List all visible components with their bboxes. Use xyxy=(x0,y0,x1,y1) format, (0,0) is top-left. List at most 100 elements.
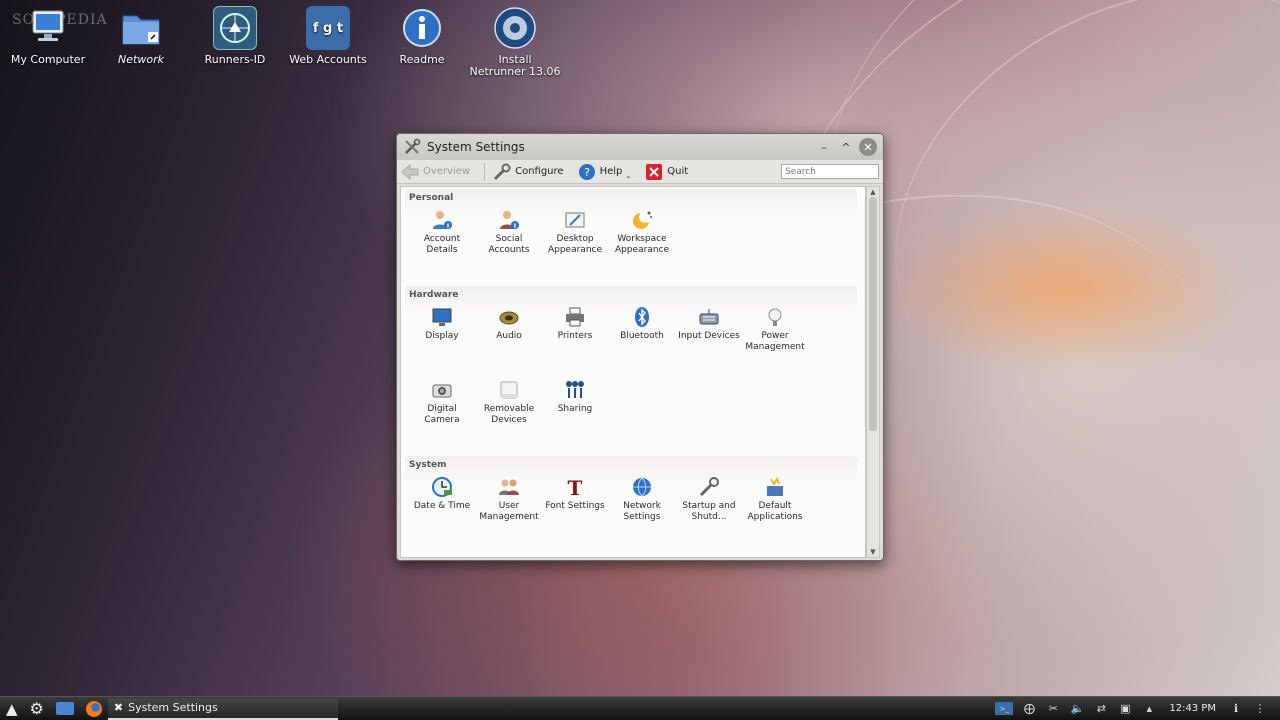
firefox-button[interactable] xyxy=(80,698,108,720)
font-icon: T xyxy=(564,476,586,498)
help-button[interactable]: ? Help ⌄ xyxy=(578,163,631,181)
desktop-icon-readme[interactable]: Readme xyxy=(376,6,468,66)
module-label: Account Details xyxy=(423,234,461,255)
module-network-settings[interactable]: Network Settings xyxy=(609,476,675,523)
module-workspace-appearance[interactable]: Workspace Appearance xyxy=(609,209,675,256)
system-tray: >_ ⨁ ✂ 🔈 ⇄ ▣ ▲ 12:43 PM ℹ ⋮ xyxy=(991,701,1280,717)
configure-button[interactable]: Configure xyxy=(493,163,564,181)
desktop-icon-my-computer[interactable]: My Computer xyxy=(2,6,94,66)
firefox-icon xyxy=(85,700,102,717)
module-input-devices[interactable]: Input Devices xyxy=(676,306,742,342)
install-disc-icon xyxy=(493,6,537,50)
module-label: Digital Camera xyxy=(424,404,460,425)
camera-icon xyxy=(431,379,453,401)
module-default-applications[interactable]: Default Applications xyxy=(742,476,808,523)
close-button[interactable]: ✕ xyxy=(859,138,877,156)
configure-label: Configure xyxy=(515,166,564,177)
input-devices-icon xyxy=(698,306,720,328)
window-title: System Settings xyxy=(427,140,525,154)
gear-icon: ⚙ xyxy=(29,699,44,718)
module-label: Workspace Appearance xyxy=(614,234,670,255)
module-startup-shutdown[interactable]: Startup and Shutd... xyxy=(676,476,742,523)
users-icon xyxy=(498,476,520,498)
volume-icon[interactable]: 🔈 xyxy=(1069,701,1085,717)
module-label: Printers xyxy=(557,331,593,341)
module-sharing[interactable]: Sharing xyxy=(542,379,608,415)
default-apps-icon xyxy=(764,476,786,498)
system-settings-window: System Settings – ^ ✕ Overview Configure… xyxy=(396,133,884,561)
module-removable-devices[interactable]: Removable Devices xyxy=(476,379,542,426)
category-personal: Personal Account Details Social Accounts… xyxy=(405,189,857,281)
category-hardware: Hardware Display Audio Printers Bluetoot… xyxy=(405,286,857,450)
settings-launcher-button[interactable]: ⚙ xyxy=(24,698,50,720)
info-icon[interactable]: ℹ xyxy=(1228,701,1244,717)
module-label: Audio xyxy=(496,331,522,341)
desktop-icon-runners-id[interactable]: Runners-ID xyxy=(189,6,281,66)
taskbar-task-system-settings[interactable]: ✖ System Settings xyxy=(107,697,338,720)
module-power-management[interactable]: Power Management xyxy=(742,306,808,353)
module-bluetooth[interactable]: Bluetooth xyxy=(609,306,675,342)
minimize-button[interactable]: – xyxy=(815,138,833,156)
audio-icon xyxy=(498,306,520,328)
tray-expand-icon[interactable]: ▲ xyxy=(1141,701,1157,717)
device-notifier-icon[interactable]: ▣ xyxy=(1117,701,1133,717)
panel-toolbox-icon[interactable]: ⋮ xyxy=(1252,701,1268,717)
window-titlebar[interactable]: System Settings – ^ ✕ xyxy=(397,134,883,160)
scroll-down-icon[interactable]: ▼ xyxy=(867,547,879,557)
search-input[interactable] xyxy=(781,164,879,179)
workspace-appearance-icon xyxy=(631,209,653,231)
help-label: Help xyxy=(599,166,623,177)
removable-devices-icon xyxy=(498,379,520,401)
desktop-icon-web-accounts[interactable]: f g t Web Accounts xyxy=(282,6,374,66)
maximize-button[interactable]: ^ xyxy=(837,138,855,156)
category-system: System Date & Time User Management T Fon… xyxy=(405,456,857,557)
network-status-icon[interactable]: ⨁ xyxy=(1021,701,1037,717)
module-label: Startup and Shutd... xyxy=(682,501,736,522)
module-label: Network Settings xyxy=(623,501,661,522)
terminal-icon[interactable]: >_ xyxy=(995,702,1014,715)
network-folder-icon xyxy=(119,6,163,50)
category-title: Hardware xyxy=(409,290,459,300)
desktop-icon-install-netrunner[interactable]: Install Netrunner 13.06 xyxy=(469,6,561,78)
modules-view: Personal Account Details Social Accounts… xyxy=(400,186,866,558)
desktop-label: Readme xyxy=(399,53,445,66)
tools-icon xyxy=(403,138,421,156)
module-label: Desktop Appearance xyxy=(547,234,603,255)
desktop-icon-network[interactable]: Network xyxy=(95,6,187,66)
application-launcher-button[interactable]: ▲ xyxy=(0,698,24,720)
launcher-icon: ▲ xyxy=(6,699,18,718)
overview-button[interactable]: Overview xyxy=(401,163,470,181)
desktop-appearance-icon xyxy=(564,209,586,231)
module-label: Date & Time xyxy=(413,501,471,511)
module-font-settings[interactable]: T Font Settings xyxy=(542,476,608,512)
category-title: Personal xyxy=(409,193,454,203)
info-icon xyxy=(400,6,444,50)
module-social-accounts[interactable]: Social Accounts xyxy=(476,209,542,256)
module-label: Input Devices xyxy=(678,331,740,341)
module-label: Font Settings xyxy=(545,501,605,511)
back-arrow-icon xyxy=(401,163,419,181)
module-audio[interactable]: Audio xyxy=(476,306,542,342)
file-manager-button[interactable] xyxy=(50,698,80,720)
module-display[interactable]: Display xyxy=(409,306,475,342)
module-user-management[interactable]: User Management xyxy=(476,476,542,523)
module-label: User Management xyxy=(479,501,539,522)
computer-icon xyxy=(26,6,70,50)
clock-icon xyxy=(431,476,453,498)
quit-button[interactable]: Quit xyxy=(645,163,688,181)
scrollbar-thumb[interactable] xyxy=(869,197,877,431)
vertical-scrollbar[interactable]: ▲ ▼ xyxy=(866,186,880,558)
module-date-time[interactable]: Date & Time xyxy=(409,476,475,512)
desktop-label: Runners-ID xyxy=(204,53,266,66)
module-printers[interactable]: Printers xyxy=(542,306,608,342)
desktop-label: Web Accounts xyxy=(289,53,367,66)
scroll-up-icon[interactable]: ▲ xyxy=(867,187,879,197)
clock[interactable]: 12:43 PM xyxy=(1169,703,1216,714)
module-desktop-appearance[interactable]: Desktop Appearance xyxy=(542,209,608,256)
desktop-label: Network xyxy=(118,53,164,66)
runners-id-icon xyxy=(213,6,257,50)
scissors-icon[interactable]: ✂ xyxy=(1045,701,1061,717)
network-connection-icon[interactable]: ⇄ xyxy=(1093,701,1109,717)
module-account-details[interactable]: Account Details xyxy=(409,209,475,256)
module-digital-camera[interactable]: Digital Camera xyxy=(409,379,475,426)
